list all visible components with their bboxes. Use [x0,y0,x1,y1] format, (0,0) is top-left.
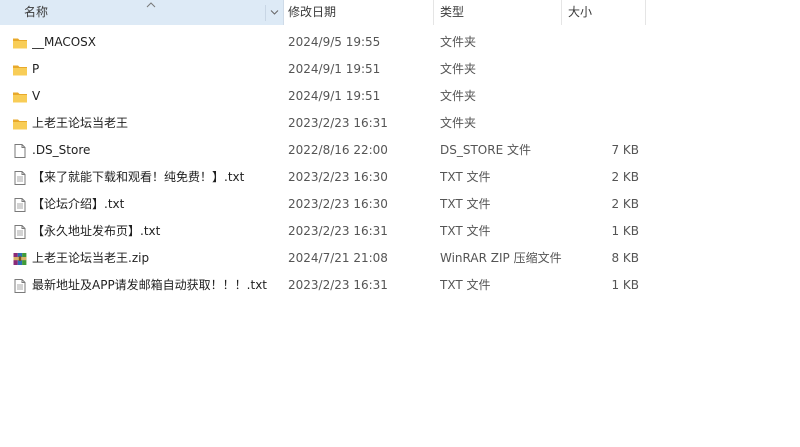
column-header-type[interactable]: 类型 [434,0,562,25]
text-file-icon [12,197,28,213]
file-name: P [32,62,40,76]
file-size [562,83,639,110]
column-header-name-label: 名称 [24,5,49,19]
table-row[interactable]: 上老王论坛当老王 2023/2/23 16:31 文件夹 [0,110,646,137]
table-row[interactable]: __MACOSX 2024/9/5 19:55 文件夹 [0,29,646,56]
table-row[interactable]: 【来了就能下载和观看！纯免费！】.txt 2023/2/23 16:30 TXT… [0,164,646,191]
folder-icon [12,89,28,105]
table-row[interactable]: 【论坛介绍】.txt 2023/2/23 16:30 TXT 文件 2 KB [0,191,646,218]
text-file-icon [12,278,28,294]
file-size: 8 KB [611,251,639,265]
file-date: 2024/9/1 19:51 [288,89,381,103]
file-type: TXT 文件 [440,224,491,238]
column-header-date[interactable]: 修改日期 [284,0,434,25]
file-name: __MACOSX [32,35,97,49]
table-row[interactable]: 最新地址及APP请发邮箱自动获取！！！.txt 2023/2/23 16:31 … [0,272,646,299]
file-size: 2 KB [611,197,639,211]
file-date: 2023/2/23 16:31 [288,116,388,130]
file-date: 2023/2/23 16:30 [288,197,388,211]
file-name: V [32,89,41,103]
file-list: 名称 修改日期 类型 大小 __MACOSX 2024/9/5 19:55 文件… [0,0,800,447]
file-name: 最新地址及APP请发邮箱自动获取！！！.txt [32,278,268,292]
file-type: WinRAR ZIP 压缩文件 [440,251,562,265]
file-type: 文件夹 [440,62,477,76]
column-header-size[interactable]: 大小 [562,0,646,25]
file-type: TXT 文件 [440,170,491,184]
file-type: 文件夹 [440,89,477,103]
file-type: TXT 文件 [440,197,491,211]
table-row[interactable]: 【永久地址发布页】.txt 2023/2/23 16:31 TXT 文件 1 K… [0,218,646,245]
file-name: 【永久地址发布页】.txt [32,224,161,238]
file-size [562,56,639,83]
winrar-archive-icon [12,251,28,267]
file-date: 2024/7/21 21:08 [288,251,388,265]
file-size: 7 KB [611,143,639,157]
file-type: TXT 文件 [440,278,491,292]
file-date: 2024/9/1 19:51 [288,62,381,76]
file-name: 【论坛介绍】.txt [32,197,125,211]
file-size: 1 KB [611,278,639,292]
table-row[interactable]: .DS_Store 2022/8/16 22:00 DS_STORE 文件 7 … [0,137,646,164]
file-name: .DS_Store [32,143,91,157]
file-date: 2024/9/5 19:55 [288,35,381,49]
file-name: 上老王论坛当老王 [32,116,129,130]
column-header-name[interactable]: 名称 [0,0,284,25]
folder-icon [12,62,28,78]
column-header: 名称 修改日期 类型 大小 [0,0,646,25]
file-size [562,29,639,56]
file-size: 2 KB [611,170,639,184]
sort-ascending-icon [146,0,156,8]
file-type: 文件夹 [440,116,477,130]
column-dropdown-button[interactable] [265,5,283,21]
column-header-date-label: 修改日期 [288,5,337,19]
file-size [562,110,639,137]
file-size: 1 KB [611,224,639,238]
table-row[interactable]: V 2024/9/1 19:51 文件夹 [0,83,646,110]
text-file-icon [12,170,28,186]
text-file-icon [12,224,28,240]
folder-icon [12,35,28,51]
file-type: DS_STORE 文件 [440,143,531,157]
file-name: 上老王论坛当老王.zip [32,251,150,265]
file-date: 2023/2/23 16:30 [288,170,388,184]
file-type: 文件夹 [440,35,477,49]
file-date: 2023/2/23 16:31 [288,224,388,238]
folder-icon [12,116,28,132]
file-date: 2022/8/16 22:00 [288,143,388,157]
table-row[interactable]: P 2024/9/1 19:51 文件夹 [0,56,646,83]
column-header-type-label: 类型 [440,5,465,19]
table-row[interactable]: 上老王论坛当老王.zip 2024/7/21 21:08 WinRAR ZIP … [0,245,646,272]
column-header-size-label: 大小 [568,5,593,19]
file-date: 2023/2/23 16:31 [288,278,388,292]
file-icon [12,143,28,159]
file-name: 【来了就能下载和观看！纯免费！】.txt [32,170,245,184]
file-rows: __MACOSX 2024/9/5 19:55 文件夹 P 2024/9/1 1… [0,29,800,299]
